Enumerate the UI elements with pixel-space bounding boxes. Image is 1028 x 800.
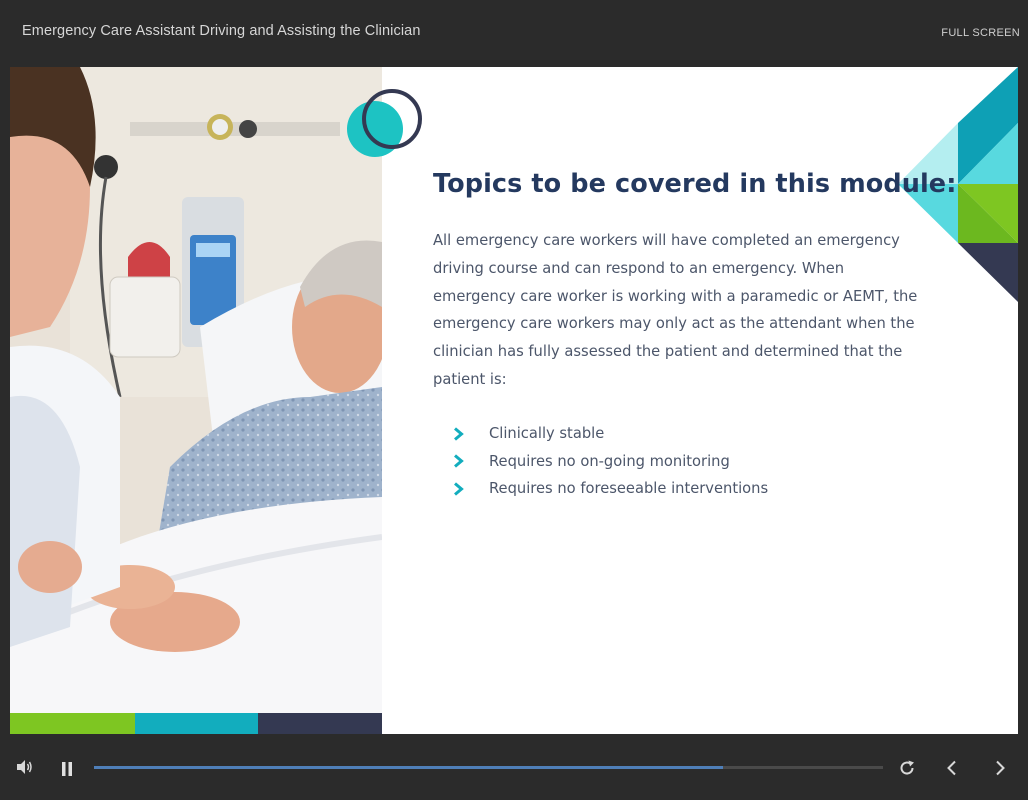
progress-bar[interactable] xyxy=(94,766,883,769)
stripe-green xyxy=(10,713,135,734)
stripe-navy xyxy=(258,713,382,734)
list-item: Requires no on-going monitoring xyxy=(453,448,768,476)
stripe-teal xyxy=(135,713,258,734)
chevron-right-icon xyxy=(453,427,489,441)
player-header: Emergency Care Assistant Driving and Ass… xyxy=(0,0,1028,66)
slide-heading: Topics to be covered in this module: xyxy=(433,169,957,199)
list-item-label: Requires no on-going monitoring xyxy=(489,452,730,470)
slide-body-text: All emergency care workers will have com… xyxy=(433,232,918,388)
pause-icon[interactable] xyxy=(61,761,73,780)
chevron-right-icon xyxy=(453,482,489,496)
chevron-left-icon[interactable] xyxy=(945,760,959,780)
hospital-photo xyxy=(10,67,382,713)
color-stripe xyxy=(10,713,382,734)
decorative-circles xyxy=(347,89,422,157)
progress-fill xyxy=(94,766,723,769)
chevron-right-icon[interactable] xyxy=(993,760,1007,780)
list-item: Clinically stable xyxy=(453,420,768,448)
player-controls xyxy=(0,736,1028,800)
list-item-label: Clinically stable xyxy=(489,425,605,443)
list-item: Requires no foreseeable interventions xyxy=(453,475,768,503)
volume-icon[interactable] xyxy=(16,759,34,779)
replay-icon[interactable] xyxy=(898,759,916,781)
slide-canvas: Topics to be covered in this module: All… xyxy=(10,67,1018,734)
course-title: Emergency Care Assistant Driving and Ass… xyxy=(22,23,421,39)
full-screen-button[interactable]: FULL SCREEN xyxy=(941,27,1020,39)
list-item-label: Requires no foreseeable interventions xyxy=(489,480,769,498)
topic-list: Clinically stable Requires no on-going m… xyxy=(453,420,768,503)
chevron-right-icon xyxy=(453,454,489,469)
